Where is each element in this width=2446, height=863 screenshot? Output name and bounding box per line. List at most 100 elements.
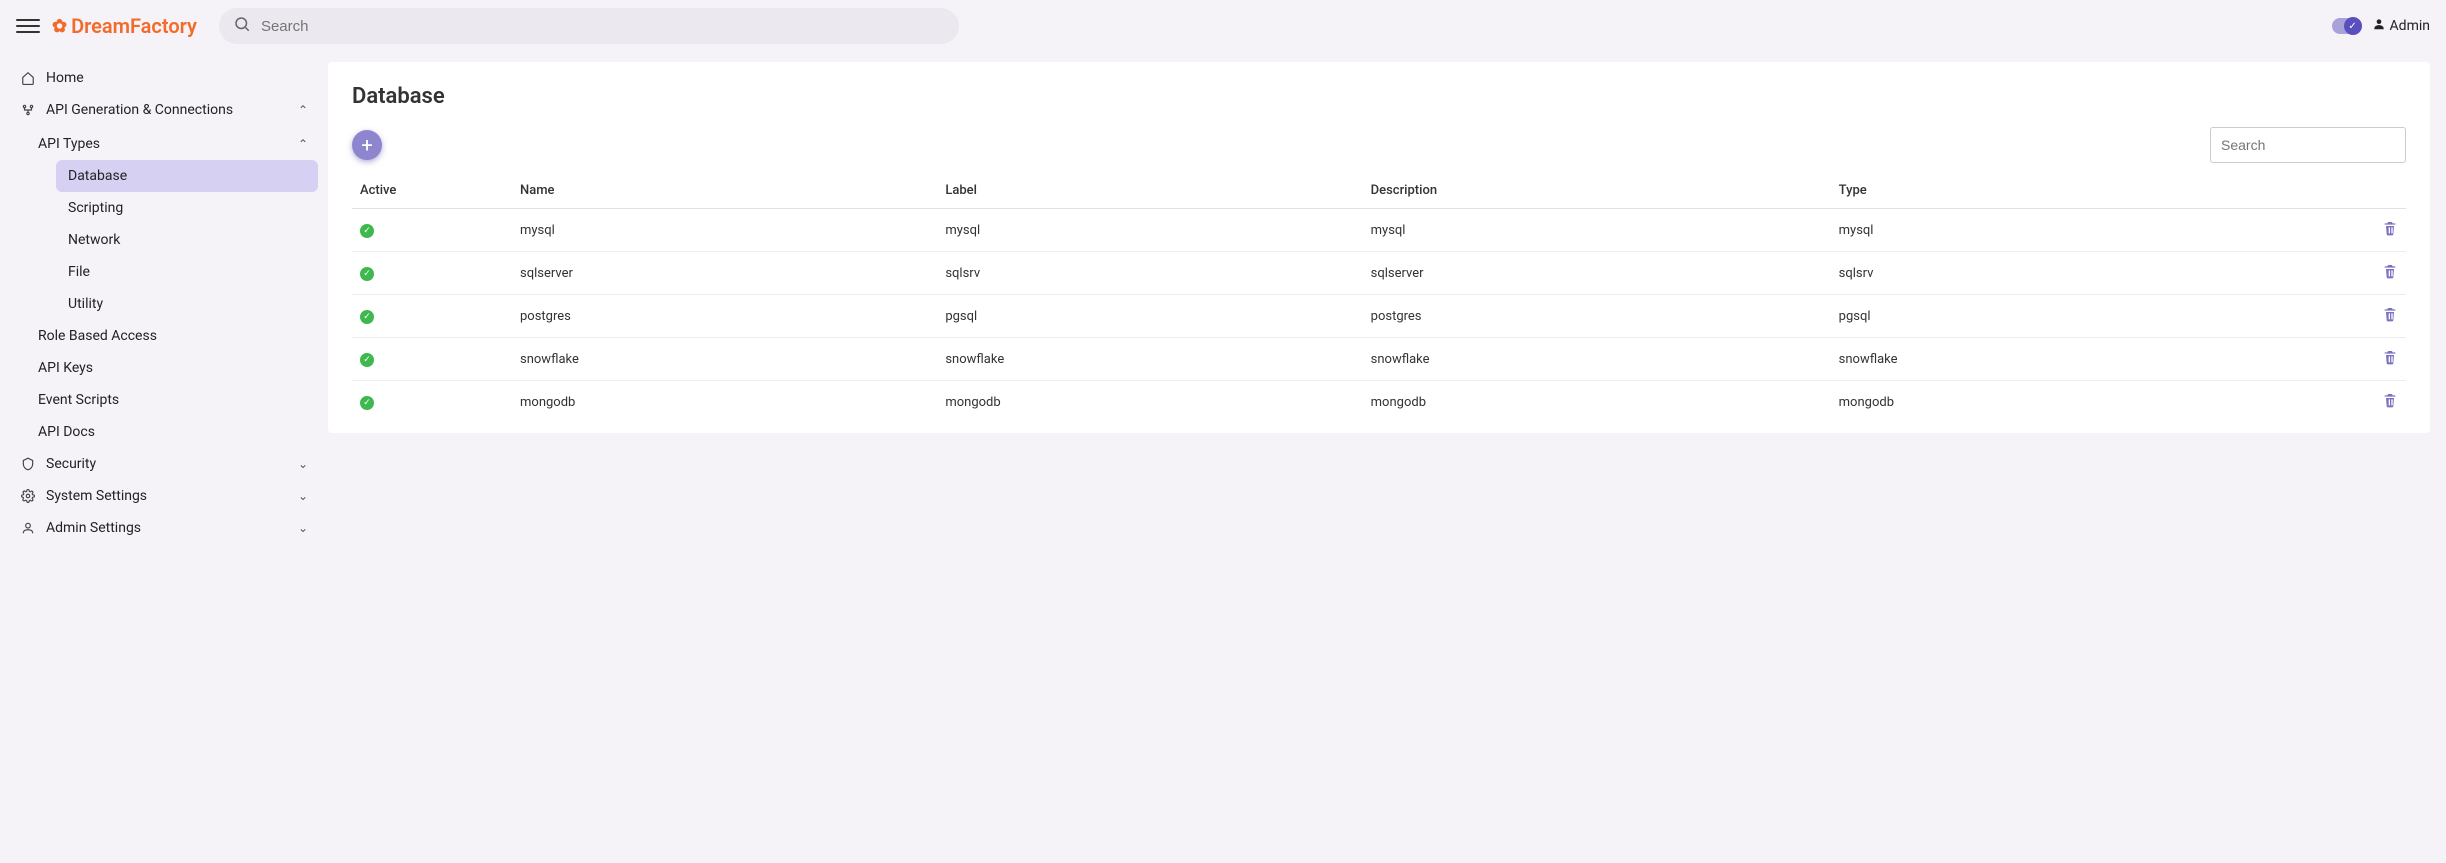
table-search-input[interactable] [2210,127,2406,163]
trash-icon [2382,305,2398,327]
cell-description: sqlserver [1363,252,1831,295]
nav-security[interactable]: Security ⌄ [10,448,318,480]
nav-label: Home [46,70,84,86]
nav-label: Database [68,168,127,184]
cell-label: snowflake [937,338,1362,381]
table-row[interactable]: ✓mongodbmongodbmongodbmongodb [352,381,2406,424]
col-type[interactable]: Type [1831,173,2256,209]
nav-label: Utility [68,296,103,312]
admin-menu[interactable]: Admin [2372,17,2430,35]
cell-name: snowflake [512,338,937,381]
cell-label: pgsql [937,295,1362,338]
cell-type: pgsql [1831,295,2256,338]
trash-icon [2382,348,2398,370]
nav-label: Security [46,456,96,472]
nav-event-scripts[interactable]: Event Scripts [28,384,318,416]
nav-label: Event Scripts [38,392,119,408]
nav-label: API Keys [38,360,93,376]
nav-label: File [68,264,90,280]
shield-icon [20,457,36,471]
col-label[interactable]: Label [937,173,1362,209]
cell-description: postgres [1363,295,1831,338]
nav-api-type-utility[interactable]: Utility [56,288,318,320]
cell-name: mongodb [512,381,937,424]
table-row[interactable]: ✓postgrespgsqlpostgrespgsql [352,295,2406,338]
admin-icon [20,521,36,535]
delete-button[interactable] [2382,219,2398,241]
plus-icon: + [361,133,372,157]
nav-label: Network [68,232,120,248]
topbar: ✿ DreamFactory ✓ Admin [0,0,2446,52]
nav-api-keys[interactable]: API Keys [28,352,318,384]
nav-label: API Generation & Connections [46,102,233,118]
nav-api-type-file[interactable]: File [56,256,318,288]
admin-label: Admin [2390,18,2430,34]
theme-toggle[interactable]: ✓ [2332,18,2362,34]
add-button[interactable]: + [352,130,382,160]
delete-button[interactable] [2382,305,2398,327]
sidebar: Home API Generation & Connections ⌃ API … [0,52,328,564]
cell-description: mongodb [1363,381,1831,424]
col-description[interactable]: Description [1363,173,1831,209]
chevron-down-icon: ⌄ [298,457,308,471]
logo-text: DreamFactory [71,14,197,38]
nav-label: Scripting [68,200,123,216]
gear-icon [20,489,36,503]
chevron-down-icon: ⌄ [298,521,308,535]
page-title: Database [352,84,2406,109]
delete-button[interactable] [2382,348,2398,370]
nav-label: Admin Settings [46,520,141,536]
user-icon [2372,17,2386,35]
nav-api-docs[interactable]: API Docs [28,416,318,448]
global-search-input[interactable] [261,18,945,35]
active-status-icon: ✓ [360,396,374,410]
cell-label: mongodb [937,381,1362,424]
nav-system-settings[interactable]: System Settings ⌄ [10,480,318,512]
active-status-icon: ✓ [360,224,374,238]
nav-home[interactable]: Home [10,62,318,94]
logo[interactable]: ✿ DreamFactory [52,14,197,38]
nav-label: API Types [38,136,100,152]
cell-type: mongodb [1831,381,2256,424]
trash-icon [2382,262,2398,284]
cell-description: mysql [1363,209,1831,252]
table-row[interactable]: ✓sqlserversqlsrvsqlserversqlsrv [352,252,2406,295]
nav-api-type-network[interactable]: Network [56,224,318,256]
menu-toggle-button[interactable] [16,14,40,38]
nav-role-based-access[interactable]: Role Based Access [28,320,318,352]
trash-icon [2382,219,2398,241]
col-active[interactable]: Active [352,173,512,209]
nav-label: System Settings [46,488,147,504]
cell-type: sqlsrv [1831,252,2256,295]
cell-type: mysql [1831,209,2256,252]
cell-name: sqlserver [512,252,937,295]
chevron-up-icon: ⌃ [298,137,308,151]
database-panel: Database + Active Name Label Description… [328,62,2430,433]
search-icon [233,15,251,37]
cell-name: mysql [512,209,937,252]
check-icon: ✓ [2344,17,2362,35]
nav-api-generation[interactable]: API Generation & Connections ⌃ [10,94,318,126]
nav-api-type-database[interactable]: Database [56,160,318,192]
global-search[interactable] [219,8,959,44]
nav-admin-settings[interactable]: Admin Settings ⌄ [10,512,318,544]
delete-button[interactable] [2382,391,2398,413]
nav-api-type-scripting[interactable]: Scripting [56,192,318,224]
active-status-icon: ✓ [360,267,374,281]
nav-label: API Docs [38,424,95,440]
col-name[interactable]: Name [512,173,937,209]
chevron-up-icon: ⌃ [298,103,308,117]
chevron-down-icon: ⌄ [298,489,308,503]
active-status-icon: ✓ [360,353,374,367]
database-table: Active Name Label Description Type ✓ mysq… [352,173,2406,423]
delete-button[interactable] [2382,262,2398,284]
cell-label: mysql [937,209,1362,252]
nav-api-types[interactable]: API Types ⌃ [28,128,318,160]
cell-description: snowflake [1363,338,1831,381]
active-status-icon: ✓ [360,310,374,324]
table-row[interactable]: ✓mysqlmysqlmysqlmysql [352,209,2406,252]
trash-icon [2382,391,2398,413]
nav-label: Role Based Access [38,328,157,344]
col-actions [2256,173,2406,209]
table-row[interactable]: ✓snowflakesnowflakesnowflakesnowflake [352,338,2406,381]
